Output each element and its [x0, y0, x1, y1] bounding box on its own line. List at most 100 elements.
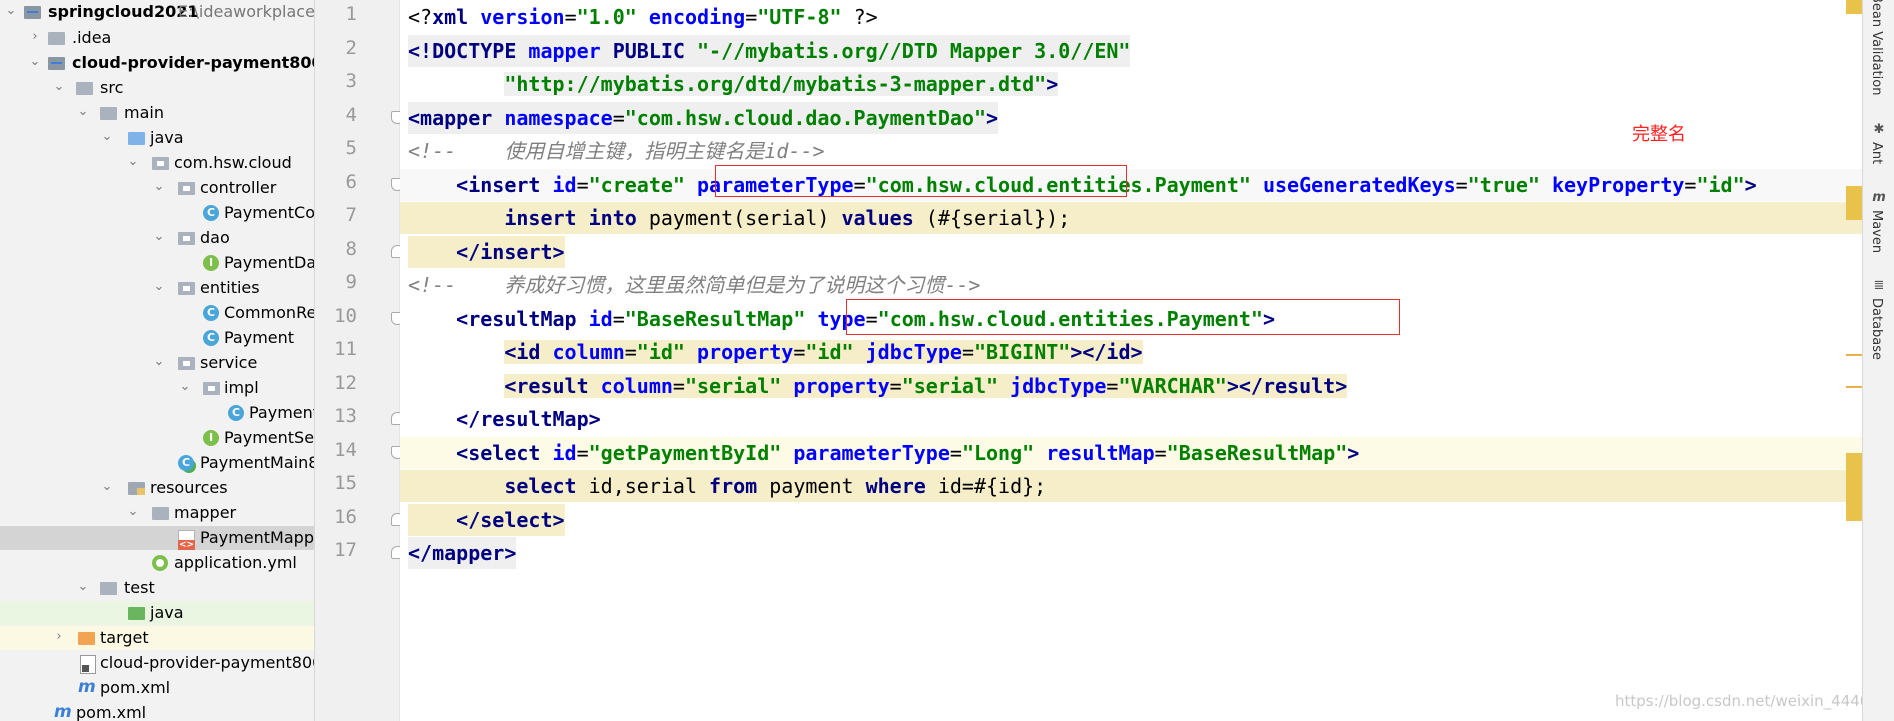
tree-row-file[interactable]: application.yml [0, 551, 314, 575]
tree-row-controller[interactable]: ⌄ controller [0, 176, 314, 200]
code-line[interactable]: </resultMap> [400, 403, 1862, 435]
class-icon: C [203, 305, 219, 321]
tree-row-file[interactable]: C PaymentCont [0, 201, 314, 225]
tab-maven[interactable]: Maven [1869, 210, 1884, 253]
code-line[interactable]: <!-- 养成好习惯，这里虽然简单但是为了说明这个习惯--> [400, 269, 1862, 301]
tree-row-file[interactable]: C Payment [0, 326, 314, 350]
chevron-down-icon[interactable]: ⌄ [152, 353, 166, 371]
scroll-marker[interactable] [1846, 386, 1862, 388]
tree-row-package[interactable]: ⌄ com.hsw.cloud [0, 151, 314, 175]
code-token: = [576, 441, 589, 465]
code-line[interactable]: <!DOCTYPE mapper PUBLIC "-//mybatis.org/… [400, 35, 1862, 67]
code-token: select [504, 474, 577, 498]
folder-icon [48, 32, 65, 45]
code-token: <insert [456, 173, 553, 197]
folder-icon [152, 507, 169, 520]
code-token: "VARCHAR" [1118, 374, 1227, 398]
maven-file-icon: m [54, 702, 72, 721]
chevron-down-icon[interactable]: ⌄ [76, 103, 90, 121]
code-token: values [841, 206, 914, 230]
code-token: "com.hsw.cloud.dao.PaymentDao" [624, 106, 986, 130]
code-line[interactable]: <insert id="create" parameterType="com.h… [400, 169, 1862, 201]
tab-bean-validation[interactable]: Bean Validation [1869, 0, 1884, 95]
code-token: "id" [805, 340, 854, 364]
chevron-down-icon[interactable]: ⌄ [152, 178, 166, 196]
tree-row-main[interactable]: ⌄ main [0, 101, 314, 125]
scroll-marker[interactable] [1846, 186, 1862, 220]
tree-row-test-java[interactable]: java [0, 601, 314, 625]
code-editor[interactable]: <?xml version="1.0" encoding="UTF-8" ?> … [400, 0, 1862, 721]
tree-row-java[interactable]: ⌄ java [0, 126, 314, 150]
chevron-down-icon[interactable]: ⌄ [100, 128, 114, 146]
code-token: > [1744, 173, 1757, 197]
tree-row-src[interactable]: ⌄ src [0, 76, 314, 100]
tab-database[interactable]: Database [1869, 298, 1884, 360]
tree-row-test[interactable]: ⌄ test [0, 576, 314, 600]
chevron-down-icon[interactable]: ⌄ [178, 378, 192, 396]
code-token: id [552, 441, 577, 465]
chevron-down-icon[interactable]: ⌄ [152, 228, 166, 246]
code-line[interactable]: "http://mybatis.org/dtd/mybatis-3-mapper… [400, 68, 1862, 100]
tree-row-mapper[interactable]: ⌄ mapper [0, 501, 314, 525]
tree-row-file[interactable]: I PaymentServi [0, 426, 314, 450]
code-line[interactable]: </mapper> [400, 537, 1862, 569]
code-line[interactable]: <?xml version="1.0" encoding="UTF-8" ?> [400, 1, 1862, 33]
chevron-down-icon[interactable]: ⌄ [52, 78, 66, 96]
chevron-down-icon[interactable]: ⌄ [28, 53, 42, 71]
tree-row-module[interactable]: ⌄ cloud-provider-payment8001 [0, 51, 314, 75]
tab-ant[interactable]: Ant [1869, 142, 1884, 164]
tree-row-resources[interactable]: ⌄ resources [0, 476, 314, 500]
code-text: select id,serial from payment where id=#… [408, 470, 1046, 502]
tree-row-impl[interactable]: ⌄ impl [0, 376, 314, 400]
code-line[interactable]: </select> [400, 504, 1862, 536]
line-number: 4 [345, 104, 357, 126]
chevron-down-icon[interactable]: ⌄ [126, 153, 140, 171]
tree-row-file[interactable]: cloud-provider-payment8001.im [0, 651, 314, 675]
tree-row-entities[interactable]: ⌄ entities [0, 276, 314, 300]
code-token: where [865, 474, 926, 498]
tree-row-target[interactable]: › target [0, 626, 314, 650]
database-icon: ≣ [1873, 278, 1885, 293]
code-token: = [576, 173, 589, 197]
tree-row-file[interactable]: C PaymentS [0, 401, 314, 425]
tree-row-file[interactable]: C CommonResu [0, 301, 314, 325]
tree-row-file[interactable]: C PaymentMain800 [0, 451, 314, 475]
chevron-down-icon[interactable]: ⌄ [152, 278, 166, 296]
chevron-down-icon[interactable]: ⌄ [126, 503, 140, 521]
tree-row-file-selected[interactable]: PaymentMapper. [0, 526, 314, 550]
code-line[interactable]: select id,serial from payment where id=#… [400, 470, 1862, 502]
tree-row-dao[interactable]: ⌄ dao [0, 226, 314, 250]
code-line[interactable]: </insert> [400, 236, 1862, 268]
code-line[interactable]: <id column="id" property="id" jdbcType="… [400, 336, 1862, 368]
scroll-marker[interactable] [1846, 354, 1862, 356]
code-token: ?> [841, 5, 878, 29]
code-token: jdbcType [1010, 374, 1107, 398]
tree-row-service[interactable]: ⌄ service [0, 351, 314, 375]
line-number: 1 [345, 3, 357, 25]
code-text: insert into payment(serial) values (#{se… [408, 202, 1070, 234]
maven-icon: m [1872, 190, 1886, 205]
code-line[interactable]: insert into payment(serial) values (#{se… [400, 202, 1862, 234]
tree-label: cloud-provider-payment8001 [72, 53, 315, 72]
excluded-folder-icon [78, 632, 95, 645]
tree-row-file[interactable]: m pom.xml [0, 701, 314, 721]
scroll-marker[interactable] [1846, 453, 1862, 521]
tree-row-project[interactable]: ⌄ springcloud2021 E:\ideaworkplace\spr [0, 0, 314, 24]
chevron-down-icon[interactable]: ⌄ [100, 478, 114, 496]
chevron-down-icon[interactable]: ⌄ [4, 2, 18, 20]
tree-row-file[interactable]: m pom.xml [0, 676, 314, 700]
code-line[interactable]: <result column="serial" property="serial… [400, 370, 1862, 402]
chevron-right-icon[interactable]: › [28, 28, 42, 46]
code-token: = [1455, 173, 1468, 197]
line-number: 12 [334, 372, 357, 394]
code-token: resultMap [1046, 441, 1155, 465]
chevron-right-icon[interactable]: › [52, 628, 66, 646]
scroll-marker[interactable] [1846, 0, 1862, 14]
code-token: ></result> [1226, 374, 1348, 398]
code-line-current[interactable]: <select id="getPaymentById" parameterTyp… [400, 437, 1862, 469]
tree-row-idea[interactable]: › .idea [0, 26, 314, 50]
chevron-down-icon[interactable]: ⌄ [76, 578, 90, 596]
tree-row-file[interactable]: I PaymentDao [0, 251, 314, 275]
